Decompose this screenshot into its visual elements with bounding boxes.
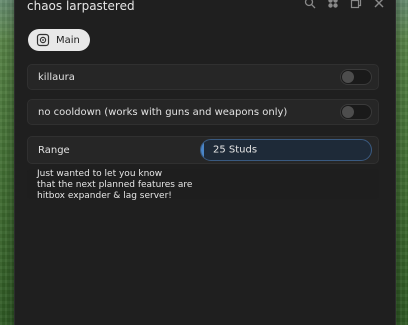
toggle-knob xyxy=(342,106,354,118)
palette-icon[interactable] xyxy=(327,0,339,9)
killaura-toggle[interactable] xyxy=(340,69,372,85)
window-title: chaos larpastered xyxy=(27,0,135,13)
toggle-label: no cooldown (works with guns and weapons… xyxy=(38,106,288,118)
tab-main-label: Main xyxy=(56,34,80,46)
slider-row-range: Range 25 Studs xyxy=(27,136,379,164)
toggle-row-killaura[interactable]: killaura xyxy=(27,64,379,90)
slider-label: Range xyxy=(38,144,70,156)
restore-icon[interactable] xyxy=(350,0,362,9)
tab-main[interactable]: Main xyxy=(28,29,90,51)
slider-fill xyxy=(201,140,204,160)
search-icon[interactable] xyxy=(304,0,316,9)
toggle-label: killaura xyxy=(38,71,75,83)
note-text: Just wanted to let you know that the nex… xyxy=(37,169,193,201)
window-controls xyxy=(304,0,385,9)
close-icon[interactable] xyxy=(373,0,385,9)
titlebar[interactable]: chaos larpastered xyxy=(15,0,395,17)
no-cooldown-toggle[interactable] xyxy=(340,104,372,120)
toggle-row-no-cooldown[interactable]: no cooldown (works with guns and weapons… xyxy=(27,99,379,125)
range-slider[interactable]: 25 Studs xyxy=(200,139,372,161)
tab-bar: Main xyxy=(28,29,90,51)
gear-icon xyxy=(36,33,50,47)
info-note: Just wanted to let you know that the nex… xyxy=(27,169,379,201)
toggle-knob xyxy=(342,71,354,83)
script-window: chaos larpastered Main killaura no coold… xyxy=(14,0,396,325)
slider-value: 25 Studs xyxy=(213,144,258,156)
